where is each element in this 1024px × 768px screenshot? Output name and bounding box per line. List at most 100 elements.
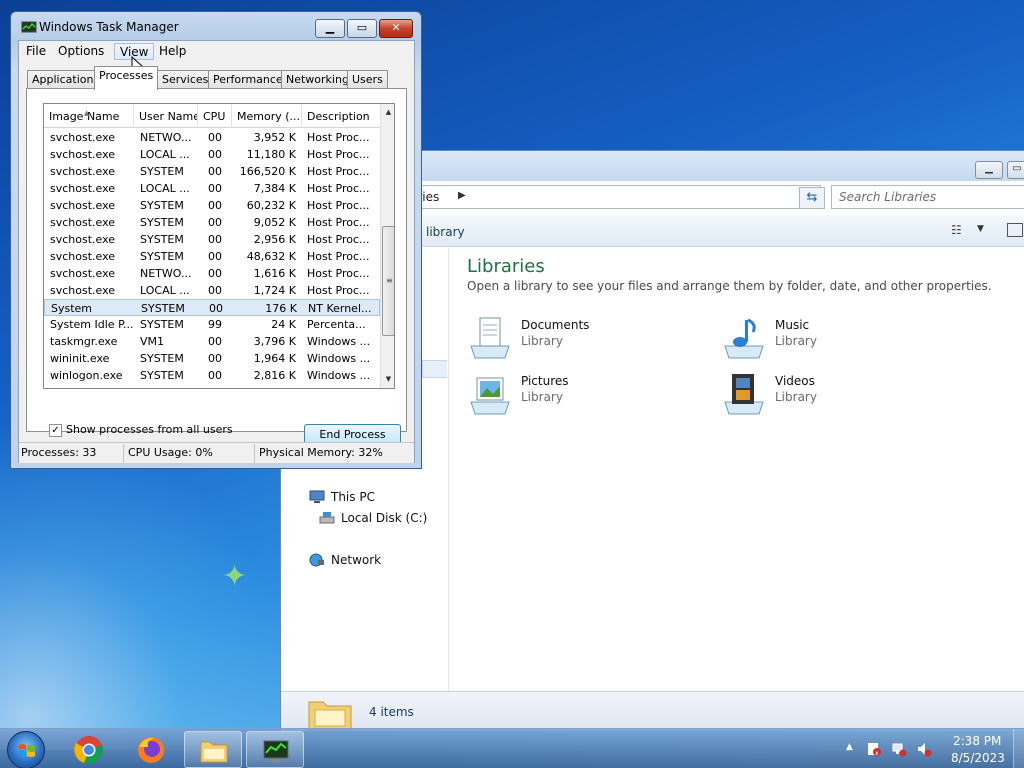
show-all-users-label[interactable]: Show processes from all users [66,423,233,436]
tab-users[interactable]: Users [347,70,388,89]
table-cell: 48,632 K [246,250,296,263]
table-cell: 00 [208,335,222,348]
table-row[interactable]: wininit.exe SYSTEM 00 1,964 K Windows ... [44,350,380,367]
table-row[interactable]: svchost.exe SYSTEM 00 48,632 K Host Proc... [44,248,380,265]
library-name: Videos [775,374,815,388]
process-list[interactable]: ▲ Image Name User Name CPU Memory (... D… [43,103,395,389]
menu-bar: File Options View Help [19,41,414,61]
table-cell: System Idle P... [50,318,134,331]
table-cell: 00 [208,131,222,144]
show-desktop-button[interactable] [1013,729,1024,768]
network-status-icon[interactable] [891,741,907,757]
volume-muted-icon[interactable] [916,741,932,757]
nav-selected-item[interactable] [422,360,447,378]
tab-applications[interactable]: Applications [27,70,105,89]
nav-label-local-disk: Local Disk (C:) [341,511,428,525]
search-input[interactable]: Search Libraries [831,185,1024,209]
nav-label-this-pc: This PC [331,490,375,504]
table-cell: 1,964 K [253,352,296,365]
table-row[interactable]: System SYSTEM 00 176 K NT Kernel... [44,299,380,316]
refresh-icon[interactable]: ⇆ [799,187,825,209]
column-memory[interactable]: Memory (... [232,104,302,128]
table-row[interactable]: svchost.exe LOCAL ... 00 7,384 K Host Proc..… [44,180,380,197]
table-cell: LOCAL ... [140,284,190,297]
tab-processes[interactable]: Processes [94,66,159,90]
tab-performance[interactable]: Performance [208,70,288,89]
table-row[interactable]: svchost.exe LOCAL ... 00 1,724 K Host Proc..… [44,282,380,299]
process-list-scrollbar[interactable]: ▲ ≡ ▼ [380,104,394,388]
tab-networking[interactable]: Networking [281,70,354,89]
column-label: User Name [139,110,198,123]
explorer-maximize-button[interactable]: ▭ [1007,161,1024,179]
library-videos[interactable]: Videos Library [721,370,951,418]
minimize-button[interactable]: ▁ [315,19,345,38]
scroll-down-icon[interactable]: ▼ [381,371,394,388]
taskbar-firefox[interactable] [122,731,180,768]
table-cell: 2,956 K [253,233,296,246]
status-memory: Physical Memory: 32% [259,446,383,459]
action-center-warning-icon[interactable]: x [866,741,882,757]
show-hidden-icons-icon[interactable]: ▲ [846,742,853,752]
explorer-statusbar: 4 items [281,691,1024,731]
table-row[interactable]: svchost.exe SYSTEM 00 2,956 K Host Proc... [44,231,380,248]
libraries-content: Libraries Open a library to see your fil… [449,248,1024,691]
table-cell: 176 K [265,302,297,315]
column-user-name[interactable]: User Name [134,104,198,128]
clock-date[interactable]: 8/5/2023 [951,751,1005,765]
taskbar-file-explorer[interactable] [184,731,242,768]
maximize-button[interactable]: ▭ [347,19,377,38]
table-row[interactable]: svchost.exe NETWO... 00 3,952 K Host Proc... [44,129,380,146]
close-button[interactable]: ✕ [379,19,413,38]
table-row[interactable]: svchost.exe SYSTEM 00 60,232 K Host Proc... [44,197,380,214]
library-kind: Library [775,390,817,404]
table-row[interactable]: taskmgr.exe VM1 00 3,796 K Windows ... [44,333,380,350]
firefox-icon [138,737,164,763]
menu-help[interactable]: Help [154,43,191,60]
column-description[interactable]: Description [302,104,380,128]
table-cell: SYSTEM [140,233,184,246]
table-cell: Host Proc... [307,216,370,229]
show-all-users-checkbox[interactable]: ✓ [49,424,62,437]
breadcrumb-arrow-icon[interactable]: ▶ [458,190,466,201]
table-row[interactable]: svchost.exe SYSTEM 00 166,520 K Host Proc... [44,163,380,180]
table-row[interactable]: svchost.exe NETWO... 00 1,616 K Host Proc... [44,265,380,282]
tab-services[interactable]: Services [157,70,214,89]
explorer-minimize-button[interactable]: ▁ [975,161,1003,179]
library-documents[interactable]: Documents Library [467,314,697,362]
table-row[interactable]: System Idle P... SYSTEM 99 24 K Percenta... [44,316,380,333]
change-view-icon[interactable]: ☷ [951,223,967,237]
item-count: 4 items [369,705,414,719]
table-cell: SYSTEM [140,199,184,212]
column-cpu[interactable]: CPU [198,104,232,128]
start-button[interactable] [7,731,45,768]
library-pictures[interactable]: Pictures Library [467,370,697,418]
clock-time[interactable]: 2:38 PM [953,734,1001,748]
nav-item-this-pc[interactable]: This PC [309,490,375,504]
windows-logo-icon [19,744,35,757]
table-cell: svchost.exe [50,131,116,144]
task-manager-window[interactable]: Windows Task Manager ▁ ▭ ✕ File Options … [10,11,422,469]
taskbar-chrome[interactable] [60,731,118,768]
nav-item-local-disk[interactable]: Local Disk (C:) [319,511,427,525]
toolbar-new-library-button[interactable]: library [426,225,465,239]
table-cell: SYSTEM [140,352,184,365]
status-cpu: CPU Usage: 0% [128,446,213,459]
view-dropdown-icon[interactable]: ▼ [977,224,984,234]
nav-item-network[interactable]: Network [309,553,381,567]
library-name: Documents [521,318,590,332]
column-image-name[interactable]: ▲ Image Name [44,104,134,128]
process-list-header: ▲ Image Name User Name CPU Memory (... D… [44,104,380,128]
table-row[interactable]: winlogon.exe SYSTEM 00 2,816 K Windows ... [44,367,380,384]
table-row[interactable]: svchost.exe LOCAL ... 00 11,180 K Host Proc.… [44,146,380,163]
table-cell: Windows ... [307,369,371,382]
table-row[interactable]: svchost.exe SYSTEM 00 9,052 K Host Proc... [44,214,380,231]
scroll-thumb[interactable]: ≡ [382,226,394,336]
preview-pane-icon[interactable] [1007,223,1023,237]
menu-file[interactable]: File [21,43,51,60]
library-music[interactable]: Music Library [721,314,951,362]
menu-options[interactable]: Options [53,43,109,60]
scroll-up-icon[interactable]: ▲ [381,104,394,121]
taskbar-task-manager[interactable] [246,731,304,768]
table-cell: 24 K [271,318,296,331]
table-cell: Host Proc... [307,148,370,161]
